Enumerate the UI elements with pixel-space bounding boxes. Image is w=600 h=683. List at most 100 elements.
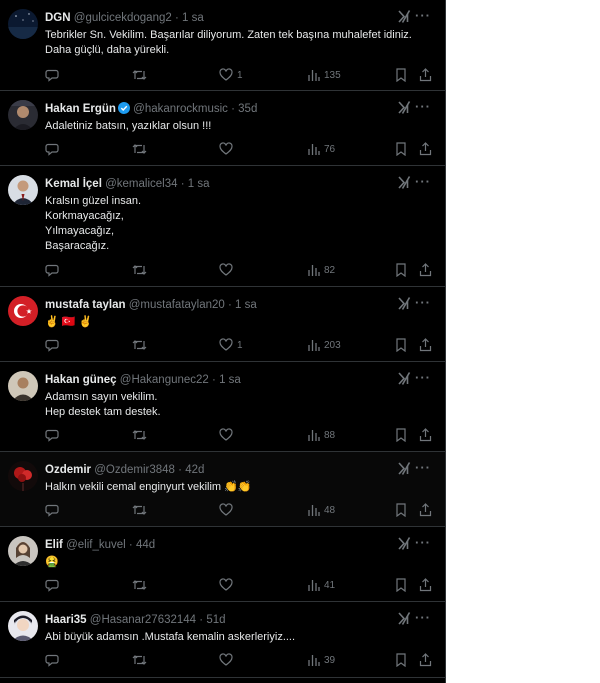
timestamp[interactable]: 44d [136,539,155,551]
timestamp[interactable]: 42d [185,464,204,476]
repost-button[interactable] [132,142,147,156]
grok-icon[interactable] [398,612,411,625]
like-button[interactable] [219,263,237,277]
grok-icon[interactable] [398,101,411,114]
share-button[interactable] [419,653,432,667]
handle[interactable]: @Ozdemir3848 [94,464,175,476]
bookmark-button[interactable] [395,142,407,156]
grok-icon[interactable] [398,176,411,189]
timestamp[interactable]: 35d [238,103,257,115]
views-button[interactable]: 203 [308,338,341,352]
like-button[interactable] [219,142,237,156]
handle[interactable]: @hakanrockmusic [133,103,228,115]
share-button[interactable] [419,338,432,352]
display-name[interactable]: DGN [45,12,71,24]
repost-button[interactable] [132,503,147,517]
share-button[interactable] [419,263,432,277]
bookmark-button[interactable] [395,503,407,517]
timestamp[interactable]: 1 sa [188,178,210,190]
tweet[interactable]: DGN @gulcicekdogang2 · 1 sa ··· Tebrikle… [0,0,445,91]
bookmark-button[interactable] [395,428,407,442]
avatar[interactable] [8,296,38,326]
handle[interactable]: @mustafataylan20 [129,299,225,311]
handle[interactable]: @Hakangunec22 [120,374,209,386]
display-name[interactable]: Haari35 [45,614,87,626]
grok-icon[interactable] [398,10,411,23]
more-options-icon[interactable]: ··· [415,9,431,22]
display-name[interactable]: Hakan Ergün [45,103,116,115]
display-name[interactable]: Kemal İçel [45,178,102,190]
share-button[interactable] [419,428,432,442]
share-button[interactable] [419,142,432,156]
reply-button[interactable] [45,68,59,82]
views-button[interactable]: 41 [308,578,335,592]
avatar[interactable] [8,371,38,401]
views-button[interactable]: 48 [308,503,335,517]
views-button[interactable]: 76 [308,142,335,156]
tweet[interactable]: Elif @elif_kuvel · 44d ··· 🤮 41 [0,527,445,602]
display-name[interactable]: Hakan güneç [45,374,117,386]
reply-button[interactable] [45,503,59,517]
bookmark-button[interactable] [395,263,407,277]
handle[interactable]: @gulcicekdogang2 [74,12,172,24]
share-button[interactable] [419,503,432,517]
handle[interactable]: @kemalicel34 [105,178,177,190]
avatar[interactable] [8,9,38,39]
bookmark-button[interactable] [395,578,407,592]
repost-button[interactable] [132,578,147,592]
bookmark-button[interactable] [395,653,407,667]
repost-button[interactable] [132,653,147,667]
reply-button[interactable] [45,142,59,156]
more-options-icon[interactable]: ··· [415,461,431,474]
avatar[interactable] [8,461,38,491]
tweet[interactable]: Hakan güneç @Hakangunec22 · 1 sa ··· Ada… [0,362,445,452]
timestamp[interactable]: 51d [206,614,225,626]
more-options-icon[interactable]: ··· [415,100,431,113]
share-button[interactable] [419,68,432,82]
timestamp[interactable]: 1 sa [219,374,241,386]
like-button[interactable] [219,578,237,592]
more-options-icon[interactable]: ··· [415,536,431,549]
reply-button[interactable] [45,338,59,352]
like-button[interactable]: 1 [219,338,243,352]
like-button[interactable] [219,653,237,667]
grok-icon[interactable] [398,372,411,385]
timestamp[interactable]: 1 sa [182,12,204,24]
more-options-icon[interactable]: ··· [415,611,431,624]
like-button[interactable] [219,503,237,517]
avatar[interactable] [8,175,38,205]
reply-button[interactable] [45,428,59,442]
like-button[interactable] [219,428,237,442]
bookmark-button[interactable] [395,338,407,352]
display-name[interactable]: Ozdemir [45,464,91,476]
more-options-icon[interactable]: ··· [415,175,431,188]
repost-button[interactable] [132,68,147,82]
views-button[interactable]: 82 [308,263,335,277]
grok-icon[interactable] [398,462,411,475]
tweet[interactable]: Hakan Ergün @hakanrockmusic · 35d ··· Ad… [0,91,445,166]
share-button[interactable] [419,578,432,592]
grok-icon[interactable] [398,537,411,550]
views-button[interactable]: 88 [308,428,335,442]
like-button[interactable]: 1 [219,68,243,82]
display-name[interactable]: Elif [45,539,63,551]
views-button[interactable]: 135 [308,68,341,82]
avatar[interactable] [8,536,38,566]
handle[interactable]: @elif_kuvel [66,539,126,551]
handle[interactable]: @Hasanar27632144 [90,614,196,626]
reply-button[interactable] [45,263,59,277]
repost-button[interactable] [132,428,147,442]
tweet[interactable]: Ozdemir @Ozdemir3848 · 42d ··· Halkın ve… [0,452,445,527]
tweet[interactable]: Kemal İçel @kemalicel34 · 1 sa ··· Krals… [0,166,445,287]
avatar[interactable] [8,100,38,130]
display-name[interactable]: mustafa taylan [45,299,126,311]
tweet[interactable]: mustafa taylan @mustafataylan20 · 1 sa ·… [0,287,445,362]
reply-button[interactable] [45,578,59,592]
bookmark-button[interactable] [395,68,407,82]
grok-icon[interactable] [398,297,411,310]
repost-button[interactable] [132,338,147,352]
more-options-icon[interactable]: ··· [415,296,431,309]
repost-button[interactable] [132,263,147,277]
reply-button[interactable] [45,653,59,667]
timestamp[interactable]: 1 sa [235,299,257,311]
